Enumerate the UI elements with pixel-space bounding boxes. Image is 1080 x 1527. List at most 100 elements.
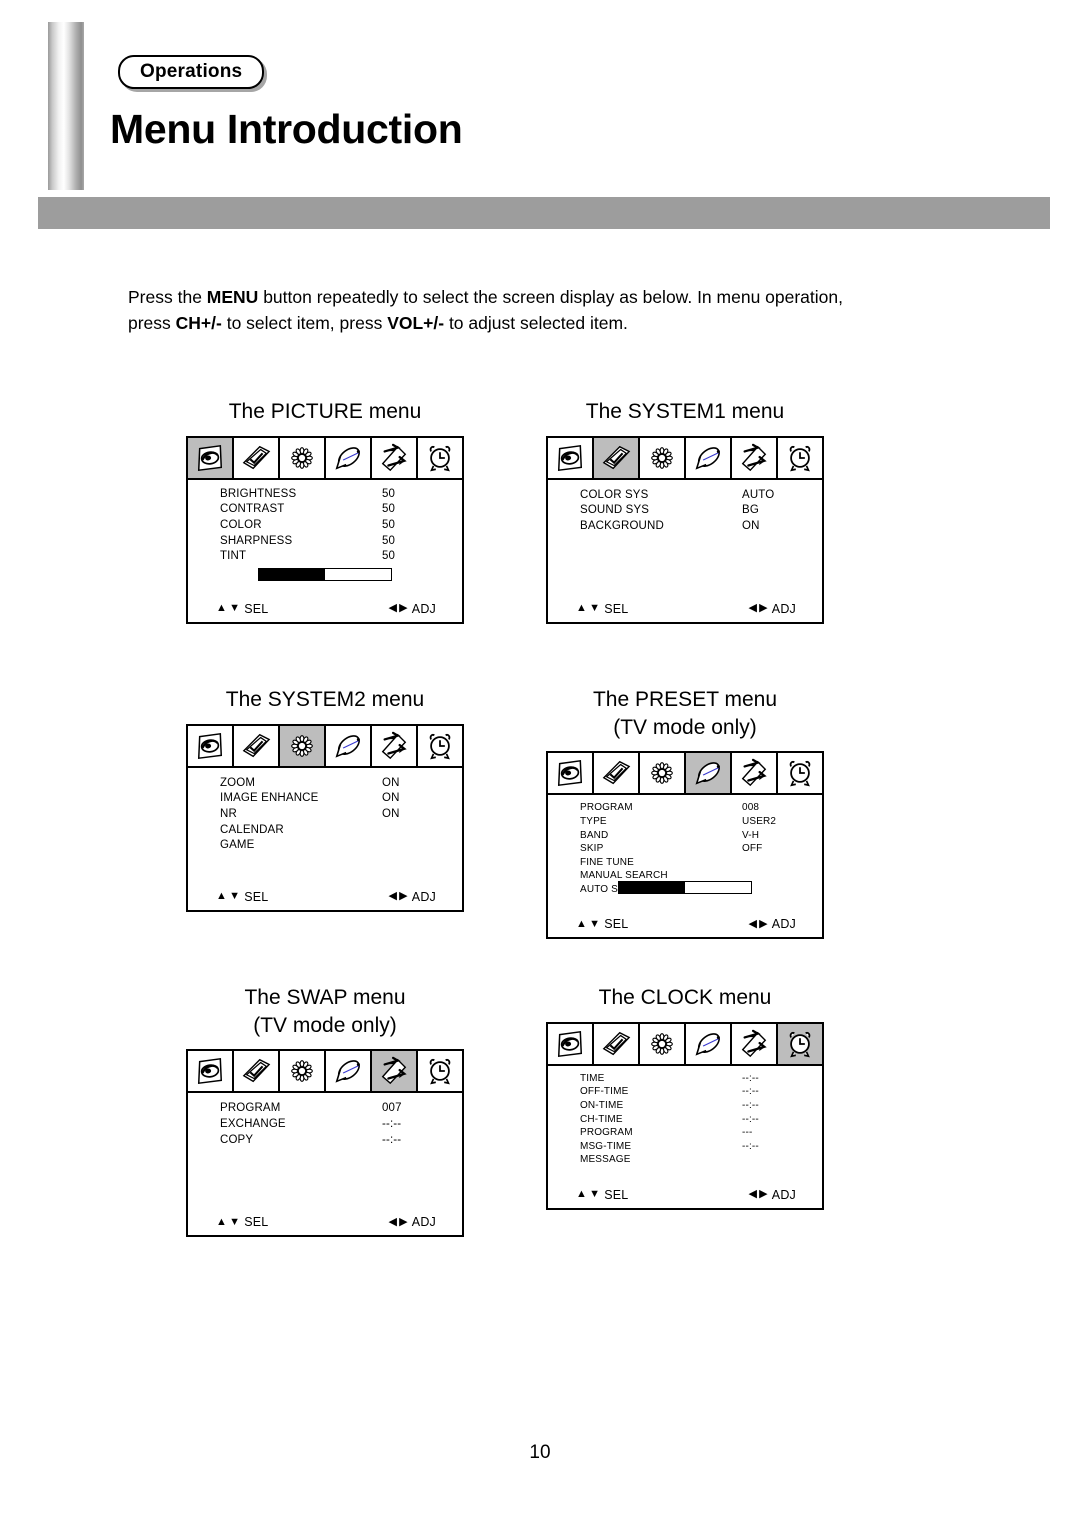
osd-row[interactable]: COLOR SYS AUTO xyxy=(548,488,822,504)
osd-row[interactable]: PROGRAM 008 xyxy=(548,801,822,815)
intro-text-1: Press the xyxy=(128,286,207,307)
alarm-clock-icon[interactable] xyxy=(418,1051,462,1092)
osd-row-label: TINT xyxy=(220,550,247,563)
osd-row-label: PROGRAM xyxy=(580,1127,633,1139)
flower-icon[interactable] xyxy=(280,1051,326,1092)
osd-row[interactable]: CALENDAR xyxy=(188,823,462,839)
satellite-dish-icon[interactable] xyxy=(326,725,372,766)
osd-row[interactable]: CH-TIME --:-- xyxy=(548,1113,822,1127)
osd-row[interactable]: TIME --:-- xyxy=(548,1072,822,1086)
picture-icon[interactable] xyxy=(188,437,234,478)
flower-icon[interactable] xyxy=(640,1023,686,1064)
menu-caption-system1: The SYSTEM1 menu xyxy=(585,400,785,423)
swap-arrows-icon[interactable] xyxy=(732,1023,778,1064)
osd-row[interactable]: ON-TIME --:-- xyxy=(548,1099,822,1113)
contrast-icon[interactable] xyxy=(594,753,640,794)
menu-figure-system1: The SYSTEM1 menu COLOR SYS AUTO SOUND SY… xyxy=(546,398,824,624)
picture-icon[interactable] xyxy=(548,437,594,478)
up-arrow-icon: ▲ xyxy=(216,1215,228,1228)
osd-row[interactable]: OFF-TIME --:-- xyxy=(548,1085,822,1099)
osd-row[interactable]: COLOR 50 xyxy=(188,518,462,534)
osd-row-value: --:-- xyxy=(742,1072,759,1084)
flower-icon[interactable] xyxy=(640,753,686,794)
osd-row[interactable]: FINE TUNE xyxy=(548,856,822,870)
osd-row-value xyxy=(742,1153,804,1167)
picture-icon[interactable] xyxy=(188,1051,234,1092)
picture-icon[interactable] xyxy=(548,753,594,794)
swap-arrows-icon[interactable] xyxy=(372,437,418,478)
left-arrow-icon: ◀ xyxy=(388,1215,398,1228)
osd-row[interactable]: PROGRAM --- xyxy=(548,1126,822,1140)
alarm-clock-icon[interactable] xyxy=(778,1023,822,1064)
osd-row-value: 008 xyxy=(742,802,760,814)
contrast-icon[interactable] xyxy=(234,725,280,766)
osd-row[interactable]: SHARPNESS 50 xyxy=(188,534,462,550)
satellite-dish-icon[interactable] xyxy=(326,1051,372,1092)
osd-row[interactable]: MSG-TIME --:-- xyxy=(548,1140,822,1154)
osd-row[interactable]: ZOOM ON xyxy=(188,776,462,792)
osd-adjust-bar[interactable] xyxy=(618,881,752,895)
osd-row-value: ON xyxy=(382,776,400,789)
alarm-clock-icon[interactable] xyxy=(778,437,822,478)
alarm-clock-icon[interactable] xyxy=(778,753,822,794)
menu-caption-picture: The PICTURE menu xyxy=(228,400,422,423)
osd-row[interactable]: NR ON xyxy=(188,807,462,823)
osd-row[interactable]: BAND V-H xyxy=(548,829,822,843)
osd-sel-hint: ▲ ▼ SEL xyxy=(216,602,268,616)
picture-icon[interactable] xyxy=(548,1023,594,1064)
alarm-clock-icon[interactable] xyxy=(418,437,462,478)
osd-adj-hint: ◀ ▶ ADJ xyxy=(388,890,436,904)
osd-row-label: PROGRAM xyxy=(220,1102,281,1115)
osd-row[interactable]: BRIGHTNESS 50 xyxy=(188,487,462,503)
osd-row[interactable]: GAME xyxy=(188,838,462,854)
osd-row[interactable]: SOUND SYS BG xyxy=(548,503,822,519)
picture-icon[interactable] xyxy=(188,725,234,766)
decorative-metal-bar xyxy=(48,22,84,190)
left-arrow-icon: ◀ xyxy=(748,602,758,615)
osd-row[interactable]: TINT 50 xyxy=(188,549,462,565)
osd-row-label: IMAGE ENHANCE xyxy=(220,792,319,805)
satellite-dish-icon[interactable] xyxy=(686,437,732,478)
osd-row[interactable]: BACKGROUND ON xyxy=(548,519,822,535)
osd-row-value: 007 xyxy=(382,1102,402,1115)
osd-adjust-bar-fill xyxy=(619,882,685,894)
adj-label: ADJ xyxy=(771,1187,796,1202)
flower-icon[interactable] xyxy=(640,437,686,478)
osd-row[interactable]: COPY --:-- xyxy=(188,1133,462,1149)
osd-row[interactable]: MESSAGE xyxy=(548,1153,822,1167)
osd-row-label: COLOR SYS xyxy=(580,488,649,501)
osd-row-list: BRIGHTNESS 50 CONTRAST 50 COLOR 50 SHARPNESS 50… xyxy=(188,480,462,565)
intro-bold-ch: CH+/- xyxy=(175,313,222,334)
osd-row[interactable]: IMAGE ENHANCE ON xyxy=(188,791,462,807)
flower-icon[interactable] xyxy=(280,437,326,478)
swap-arrows-icon[interactable] xyxy=(372,725,418,766)
osd-adjust-bar[interactable] xyxy=(258,567,392,581)
satellite-dish-icon[interactable] xyxy=(686,753,732,794)
swap-arrows-icon[interactable] xyxy=(732,437,778,478)
page-number: 10 xyxy=(529,1442,551,1463)
osd-row-value: 50 xyxy=(382,503,396,516)
intro-text-3: to select item, press xyxy=(221,313,388,334)
osd-row[interactable]: SKIP OFF xyxy=(548,842,822,856)
osd-row[interactable]: PROGRAM 007 xyxy=(188,1101,462,1117)
osd-row[interactable]: TYPE USER2 xyxy=(548,815,822,829)
swap-arrows-icon[interactable] xyxy=(372,1051,418,1092)
sel-label: SEL xyxy=(244,889,269,904)
alarm-clock-icon[interactable] xyxy=(418,725,462,766)
up-arrow-icon: ▲ xyxy=(576,602,588,615)
osd-icon-tabbar xyxy=(188,725,462,768)
up-arrow-icon: ▲ xyxy=(576,917,588,930)
intro-paragraph: Press the MENU button repeatedly to sele… xyxy=(128,284,888,337)
contrast-icon[interactable] xyxy=(594,1023,640,1064)
osd-row-value: 50 xyxy=(382,550,396,563)
flower-icon[interactable] xyxy=(280,725,326,766)
osd-row[interactable]: CONTRAST 50 xyxy=(188,502,462,518)
satellite-dish-icon[interactable] xyxy=(686,1023,732,1064)
contrast-icon[interactable] xyxy=(594,437,640,478)
contrast-icon[interactable] xyxy=(234,1051,280,1092)
swap-arrows-icon[interactable] xyxy=(732,753,778,794)
osd-icon-tabbar xyxy=(548,1023,822,1066)
satellite-dish-icon[interactable] xyxy=(326,437,372,478)
osd-row[interactable]: EXCHANGE --:-- xyxy=(188,1117,462,1133)
contrast-icon[interactable] xyxy=(234,437,280,478)
